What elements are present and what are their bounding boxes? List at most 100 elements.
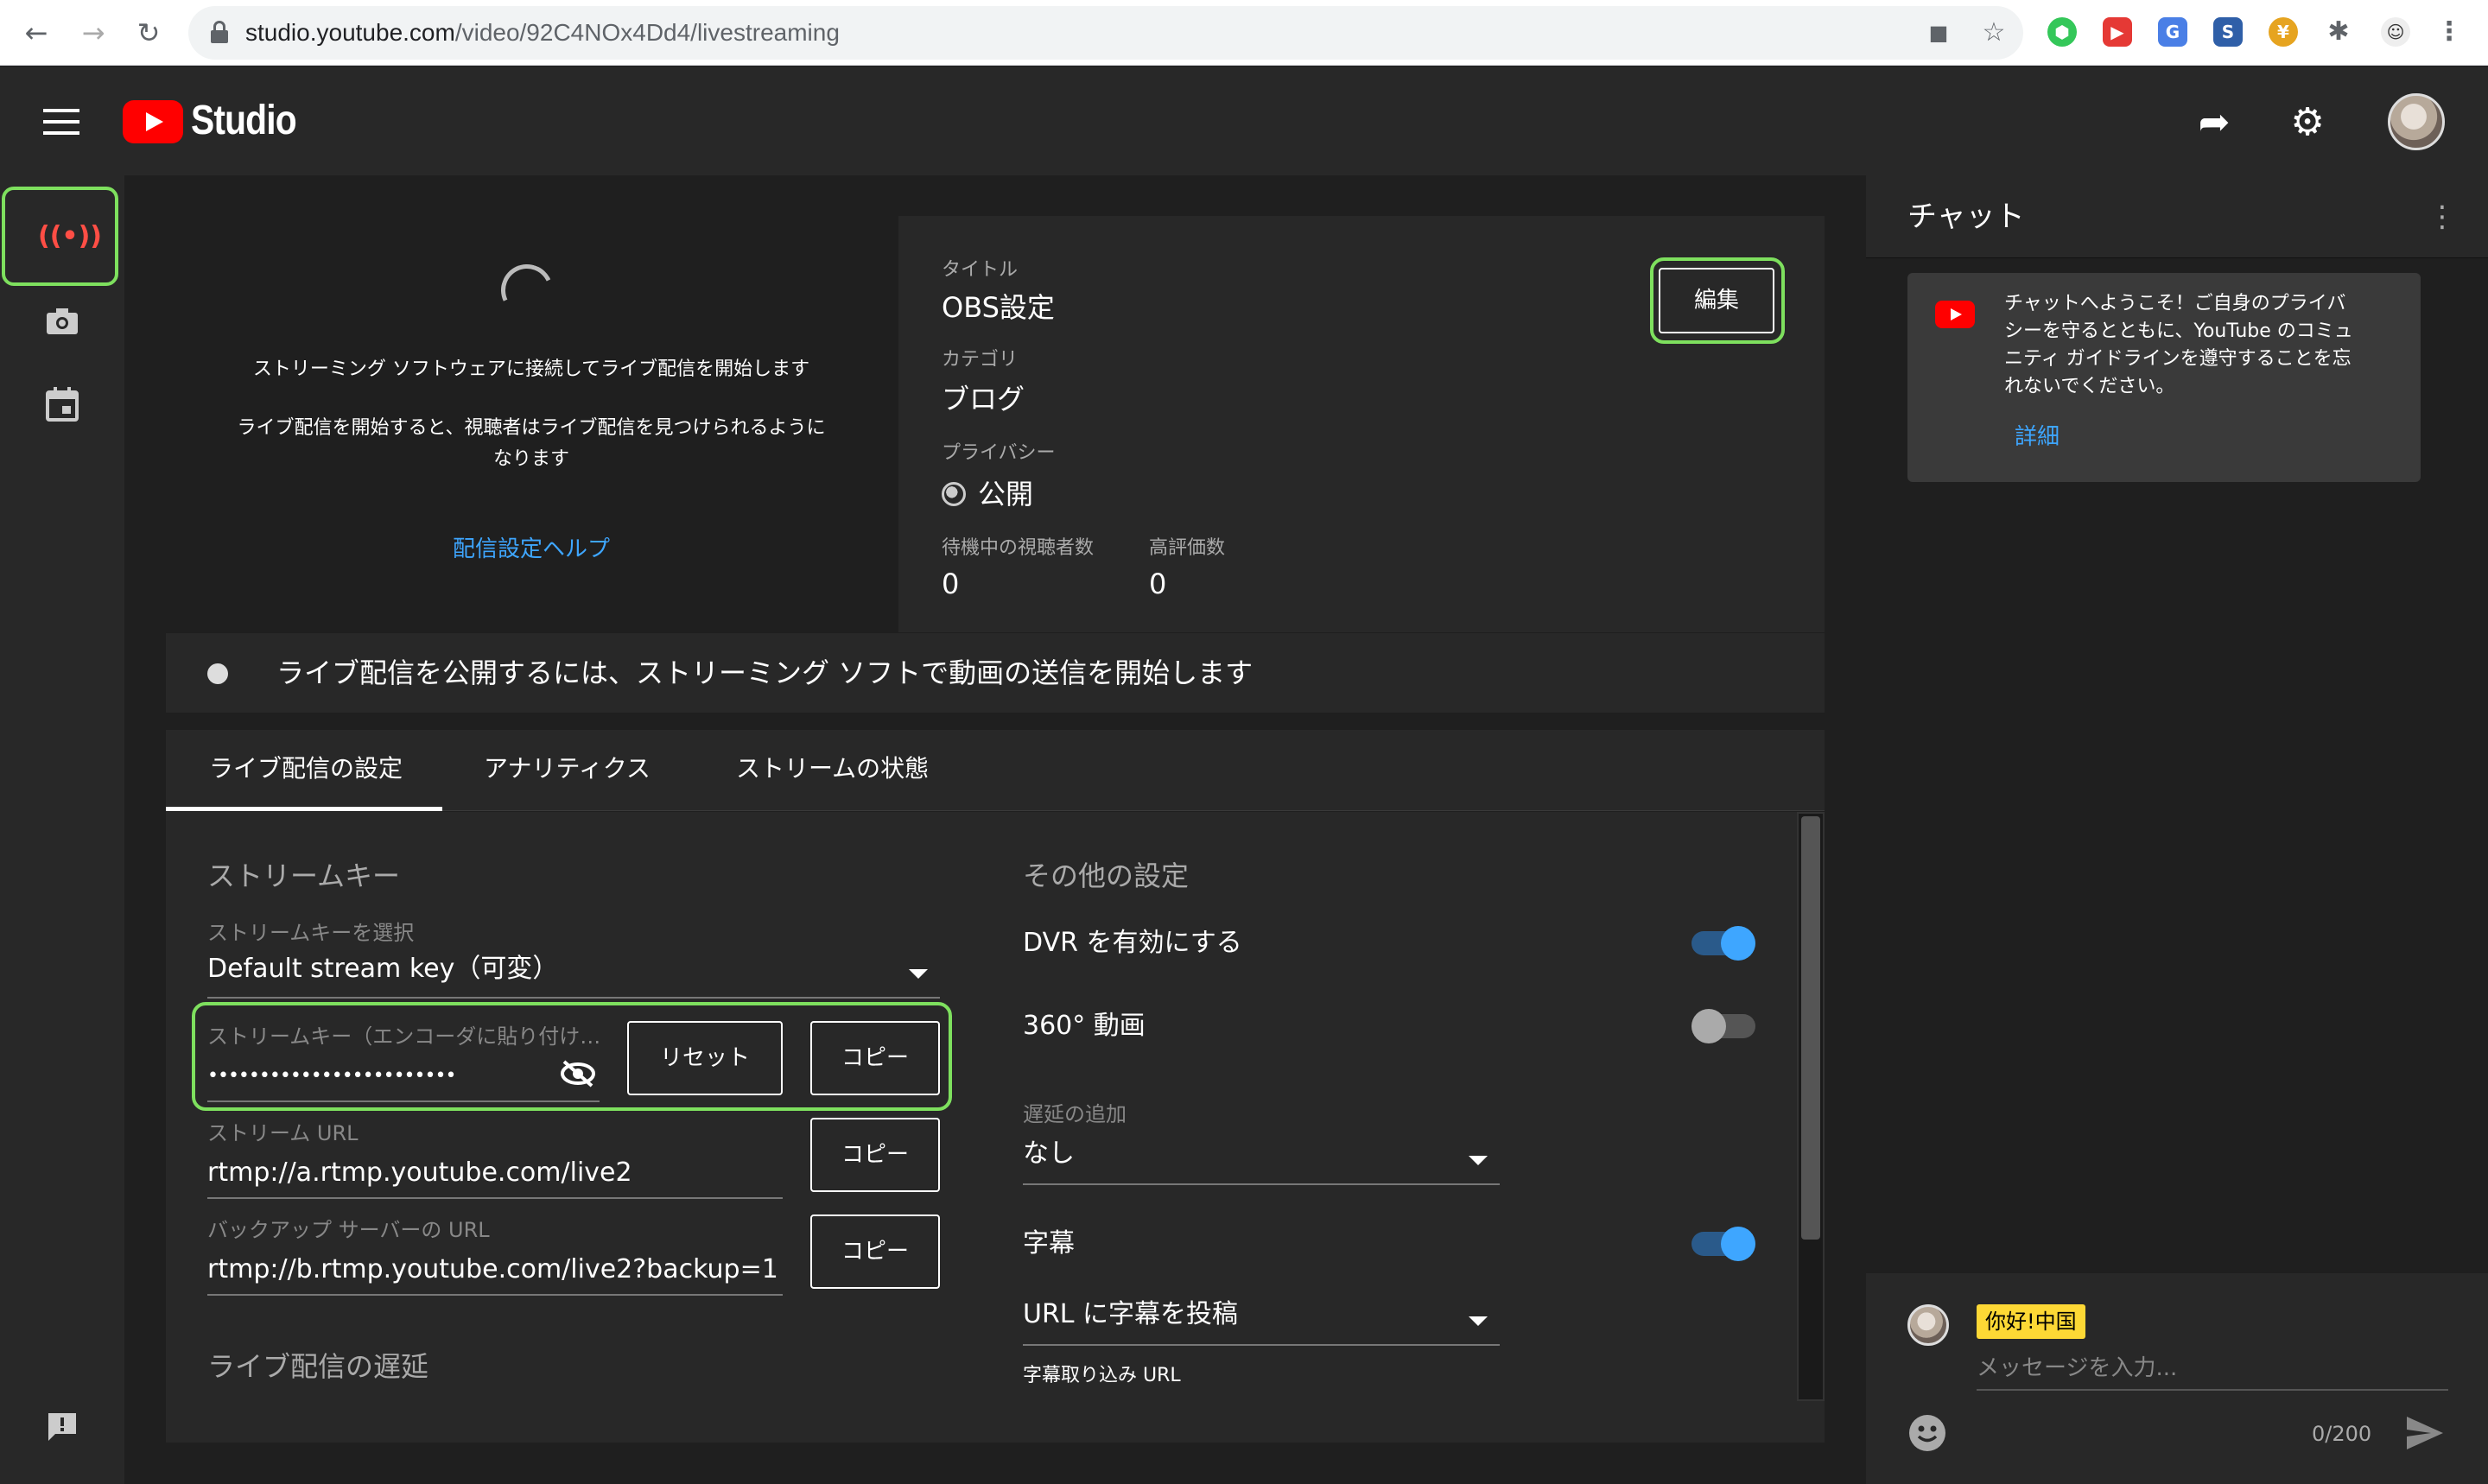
url-text[interactable]: studio.youtube.com/video/92C4NOx4Dd4/liv… (245, 16, 840, 50)
360-toggle-thumb[interactable] (1691, 1009, 1726, 1043)
reset-key-button[interactable]: リセット (627, 1021, 783, 1095)
extension-youtube-icon[interactable]: ▶ (2103, 17, 2132, 47)
chat-user-name-tag: 你好!中国 (1977, 1304, 2085, 1339)
chat-message-input[interactable]: メッセージを入力... (1977, 1353, 2177, 1384)
globe-icon (942, 482, 966, 506)
dvr-toggle-thumb[interactable] (1721, 926, 1755, 961)
profile-avatar-icon[interactable]: ☺ (2381, 17, 2410, 47)
stream-url-underline (207, 1197, 783, 1199)
feedback-icon[interactable] (38, 1403, 86, 1451)
camera-blocked-icon[interactable]: ■ (1923, 17, 1954, 48)
status-message: ライブ配信を公開するには、ストリーミング ソフトで動画の送信を開始します (276, 656, 1254, 689)
chat-welcome-line1: チャットへようこそ！ご自身のプライバ (2004, 293, 2346, 314)
stream-key-select-underline (207, 997, 940, 999)
menu-icon[interactable] (43, 109, 79, 135)
category-value: ブログ (942, 383, 1025, 415)
chat-youtube-icon (1935, 301, 1975, 328)
youtube-logo-icon[interactable] (123, 100, 183, 143)
copy-backup-url-button[interactable]: コピー (810, 1214, 940, 1289)
captions-label: 字幕 (1023, 1228, 1075, 1259)
dvr-label: DVR を有効にする (1023, 928, 1242, 958)
settings-tabs (166, 730, 1825, 811)
lock-icon[interactable] (211, 21, 228, 43)
delay-value[interactable]: なし (1023, 1137, 1075, 1171)
extension-translate-icon[interactable]: G (2158, 17, 2187, 47)
waiting-viewers-value: 0 (942, 568, 960, 600)
browser-menu-icon[interactable]: ⋮ (2434, 17, 2464, 47)
chat-more-icon[interactable]: ⋮ (2428, 197, 2457, 237)
discovery-message-line2: なります (492, 448, 569, 470)
likes-value: 0 (1149, 568, 1167, 600)
studio-header (0, 67, 2488, 175)
360-video-label: 360° 動画 (1023, 1011, 1146, 1041)
chat-welcome-line2: シーを守るとともに、YouTube のコミュ (2004, 320, 2353, 342)
chat-welcome-line3: ニティ ガイドラインを遵守することを忘 (2004, 348, 2352, 370)
stream-key-section-title: ストリームキー (207, 859, 401, 892)
left-rail (0, 175, 124, 1484)
backup-url-value[interactable]: rtmp://b.rtmp.youtube.com/live2?backup=1 (207, 1253, 778, 1287)
chat-char-count: 0/200 (2312, 1422, 2372, 1446)
stream-url-label: ストリーム URL (207, 1121, 359, 1145)
delay-underline (1023, 1183, 1500, 1185)
reload-icon[interactable]: ↻ (131, 16, 166, 50)
stream-key-select-value[interactable]: Default stream key（可変） (207, 952, 558, 986)
visibility-off-icon[interactable] (560, 1059, 596, 1088)
settings-gear-icon[interactable]: ⚙ (2284, 99, 2331, 146)
webcam-camera-icon[interactable] (38, 297, 86, 346)
studio-logo-text[interactable]: Studio (191, 95, 297, 147)
discovery-message-line1: ライブ配信を開始すると、視聴者はライブ配信を見つけられるように (237, 417, 826, 439)
active-tab-indicator (166, 807, 442, 811)
captions-toggle-thumb[interactable] (1721, 1227, 1755, 1261)
delay-label: 遅延の追加 (1023, 1102, 1127, 1126)
other-settings-title: その他の設定 (1023, 859, 1190, 892)
title-value: OBS設定 (942, 291, 1055, 324)
copy-stream-url-button[interactable]: コピー (810, 1118, 940, 1192)
stream-url-value[interactable]: rtmp://a.rtmp.youtube.com/live2 (207, 1156, 632, 1190)
captions-select-underline (1023, 1344, 1500, 1346)
extension-green-icon[interactable]: ⬢ (2047, 17, 2077, 47)
captions-url-label: 字幕取り込み URL (1023, 1365, 1181, 1386)
tab-stream-health[interactable]: ストリームの状態 (736, 752, 929, 786)
stream-key-dropdown-icon[interactable] (909, 969, 928, 979)
chat-welcome-line4: れないでください。 (2004, 376, 2175, 397)
captions-select-value[interactable]: URL に字幕を投稿 (1023, 1297, 1238, 1332)
chat-input-underline (1977, 1389, 2448, 1391)
chat-details-link[interactable]: 詳細 (2015, 422, 2060, 453)
extension-s-icon[interactable]: S (2213, 17, 2243, 47)
latency-section-title: ライブ配信の遅延 (207, 1350, 429, 1383)
send-icon[interactable] (2405, 1415, 2445, 1451)
live-stream-icon[interactable]: ((•)) (38, 212, 102, 261)
stream-key-field-label: ストリームキー（エンコーダに貼り付け… (207, 1024, 601, 1049)
waiting-viewers-label: 待機中の視聴者数 (942, 537, 1095, 559)
stream-help-link[interactable]: 配信設定ヘルプ (166, 534, 897, 565)
privacy-value: 公開 (978, 478, 1034, 511)
captions-dropdown-icon[interactable] (1469, 1316, 1488, 1326)
title-label: タイトル (942, 259, 1019, 281)
back-icon[interactable]: ← (19, 16, 54, 50)
stream-key-field-value[interactable]: •••••••••••••••••••••••• (207, 1059, 456, 1094)
backup-url-label: バックアップ サーバーの URL (207, 1218, 490, 1242)
settings-scrollbar-thumb[interactable] (1801, 816, 1820, 1240)
connect-message: ストリーミング ソフトウェアに接続してライブ配信を開始します (252, 358, 810, 380)
extension-coin-icon[interactable]: ¥ (2269, 17, 2298, 47)
category-label: カテゴリ (942, 349, 1019, 371)
backup-url-underline (207, 1294, 783, 1296)
stream-key-select-label: ストリームキーを選択 (207, 921, 415, 945)
forward-icon[interactable]: → (76, 16, 111, 50)
tab-stream-settings[interactable]: ライブ配信の設定 (209, 752, 403, 786)
likes-label: 高評価数 (1149, 537, 1226, 559)
delay-dropdown-icon[interactable] (1469, 1156, 1488, 1165)
account-avatar[interactable] (2388, 93, 2445, 150)
share-icon[interactable]: ➦ (2191, 99, 2237, 146)
tab-analytics[interactable]: アナリティクス (484, 752, 651, 786)
chat-title: チャット (1907, 200, 2025, 234)
stream-key-field-underline (207, 1100, 600, 1102)
status-indicator-dot (207, 663, 228, 684)
extensions-puzzle-icon[interactable]: ✱ (2324, 17, 2353, 47)
star-bookmark-icon[interactable]: ☆ (1978, 17, 2009, 48)
edit-button[interactable]: 編集 (1659, 268, 1774, 333)
copy-key-button[interactable]: コピー (810, 1021, 940, 1095)
emoji-icon[interactable] (1909, 1415, 1945, 1451)
calendar-icon[interactable] (38, 380, 86, 428)
privacy-label: プライバシー (942, 442, 1056, 464)
